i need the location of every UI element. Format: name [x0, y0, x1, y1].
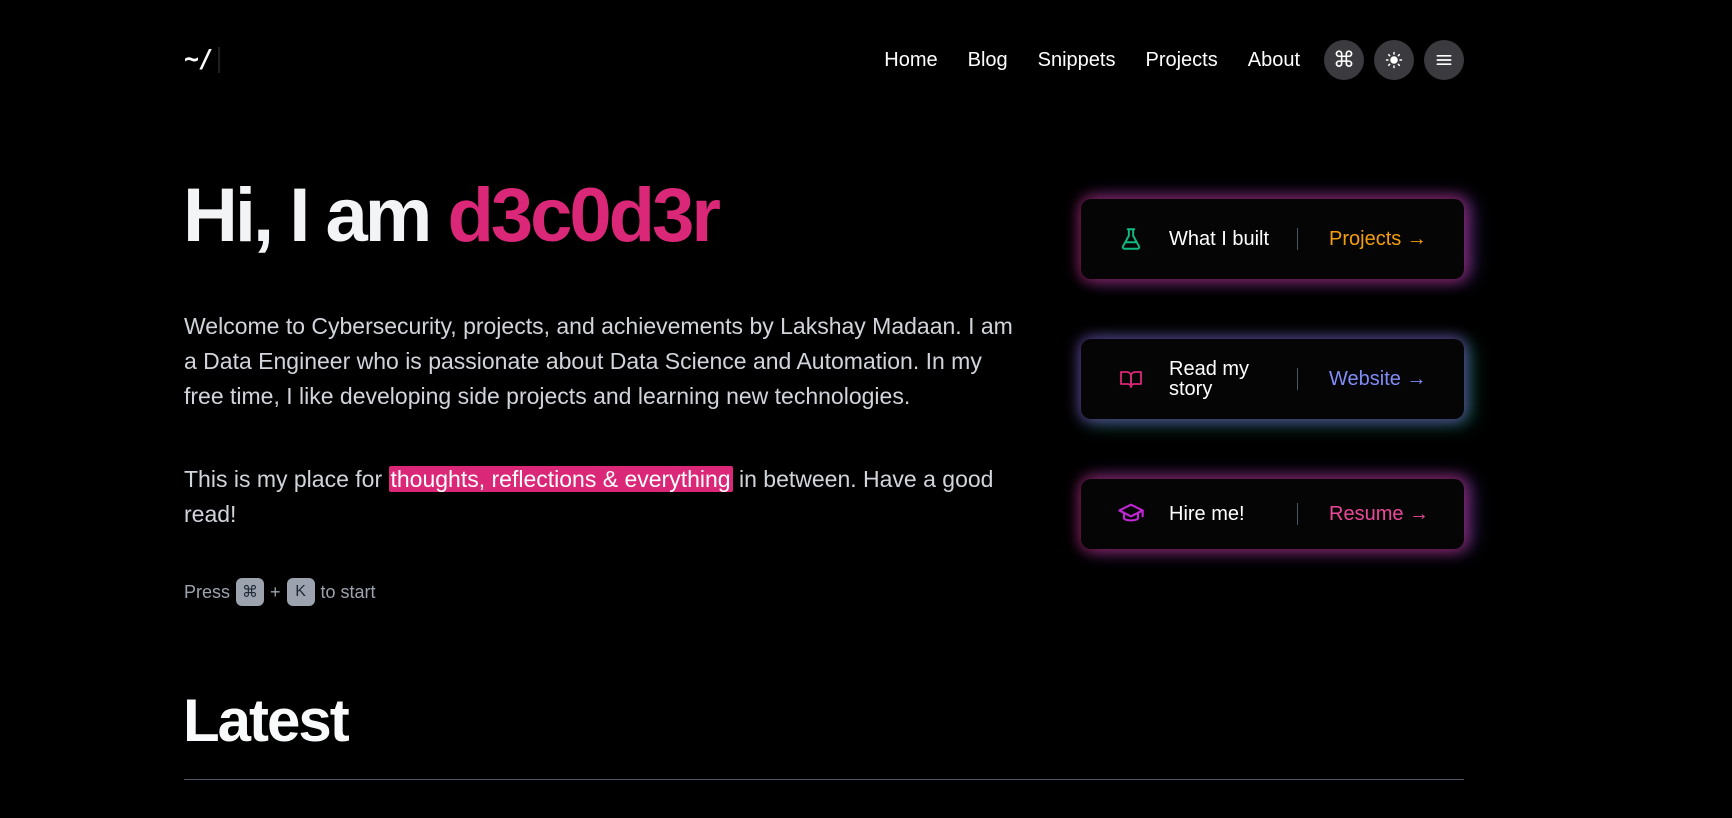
command-icon: ⌘ — [1333, 47, 1355, 72]
nav-snippets[interactable]: Snippets — [1038, 40, 1116, 80]
latest-heading: Latest — [183, 687, 350, 754]
card-hire[interactable]: Hire me! Resume → — [1081, 479, 1464, 549]
section-divider — [184, 779, 1464, 780]
website-link[interactable]: Website → — [1329, 368, 1426, 391]
sun-icon — [1385, 51, 1403, 69]
theme-toggle-button[interactable] — [1374, 40, 1414, 80]
keyboard-hint: Press ⌘ + K to start — [184, 578, 376, 606]
projects-link[interactable]: Projects → — [1329, 228, 1427, 251]
plus-sign: + — [270, 581, 281, 602]
logo-text[interactable]: ~/ — [184, 44, 213, 73]
nav-home[interactable]: Home — [884, 40, 937, 80]
place-highlight: thoughts, reflections & everything — [388, 466, 733, 492]
graduation-cap-icon — [1111, 500, 1151, 528]
cursor-blink — [218, 47, 221, 73]
press-suffix: to start — [320, 581, 376, 602]
k-key: K — [286, 578, 315, 606]
site-logo[interactable]: ~/ — [184, 44, 221, 73]
main-nav: Home Blog Snippets Projects About ⌘ — [884, 40, 1464, 80]
place-prefix: This is my place for — [184, 466, 383, 492]
card-story[interactable]: Read my story Website → — [1081, 339, 1464, 419]
book-icon — [1111, 367, 1151, 391]
hero-greeting: Hi, I am — [183, 173, 432, 258]
page: ~/ Home Blog Snippets Projects About ⌘ H… — [0, 0, 1732, 818]
card-label: Read my story — [1169, 358, 1250, 400]
divider — [1297, 503, 1298, 525]
hero-name: d3c0d3r — [447, 173, 720, 258]
place-paragraph: This is my place for thoughts, reflectio… — [184, 462, 1014, 532]
menu-button[interactable] — [1424, 40, 1464, 80]
card-label: What I built — [1169, 228, 1270, 250]
hero-title: Hi, I am d3c0d3r — [183, 172, 721, 259]
card-projects[interactable]: What I built Projects → — [1081, 199, 1464, 279]
nav-blog[interactable]: Blog — [968, 40, 1008, 80]
divider — [1297, 228, 1298, 250]
card-label: Hire me! — [1169, 503, 1245, 525]
resume-link[interactable]: Resume → — [1329, 503, 1429, 526]
divider — [1297, 368, 1298, 390]
command-palette-button[interactable]: ⌘ — [1324, 40, 1364, 80]
intro-paragraph: Welcome to Cybersecurity, projects, and … — [184, 313, 1013, 409]
nav-projects[interactable]: Projects — [1145, 40, 1217, 80]
nav-about[interactable]: About — [1248, 40, 1300, 80]
command-key: ⌘ — [236, 578, 265, 606]
press-label: Press — [184, 581, 231, 602]
flask-icon — [1111, 226, 1151, 252]
hamburger-icon — [1436, 55, 1452, 65]
